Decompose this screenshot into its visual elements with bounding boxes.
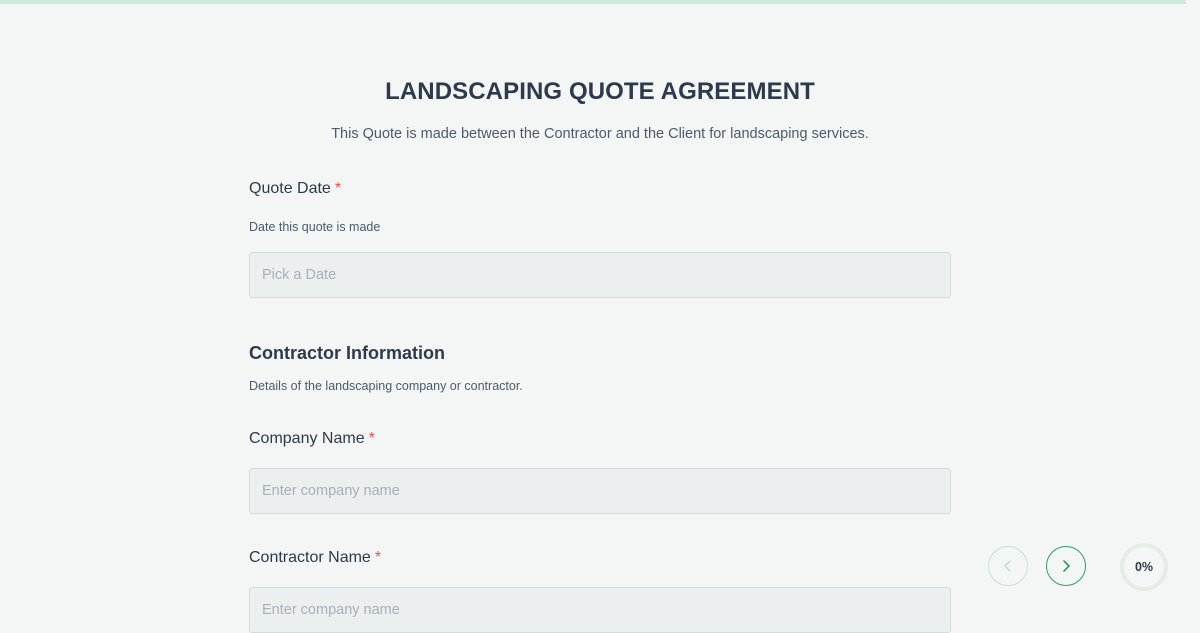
quote-date-input[interactable]: [249, 252, 951, 298]
contractor-name-label-text: Contractor Name: [249, 549, 371, 566]
contractor-name-label: Contractor Name *: [249, 549, 381, 567]
progress-label: 0%: [1134, 560, 1154, 574]
quote-date-label-text: Quote Date: [249, 180, 331, 197]
chevron-right-icon: [1063, 560, 1070, 572]
contractor-info-description: Details of the landscaping company or co…: [249, 379, 523, 393]
company-name-label-text: Company Name: [249, 430, 365, 447]
required-asterisk: *: [374, 549, 382, 566]
chevron-left-icon: [1004, 560, 1011, 572]
contractor-info-heading: Contractor Information: [249, 343, 445, 363]
progress-top-bar: [0, 0, 1186, 4]
quote-date-help: Date this quote is made: [249, 220, 381, 234]
required-asterisk: *: [334, 180, 342, 197]
progress-indicator: 0%: [1120, 543, 1168, 591]
company-name-label: Company Name *: [249, 430, 375, 448]
contractor-name-input[interactable]: [249, 587, 951, 633]
next-button[interactable]: [1046, 546, 1086, 586]
form-subtitle: This Quote is made between the Contracto…: [331, 126, 869, 142]
company-name-input[interactable]: [249, 468, 951, 514]
required-asterisk: *: [368, 430, 375, 447]
form-title: LANDSCAPING QUOTE AGREEMENT: [385, 78, 815, 105]
previous-button[interactable]: [988, 546, 1028, 586]
quote-date-label: Quote Date *: [249, 180, 341, 198]
